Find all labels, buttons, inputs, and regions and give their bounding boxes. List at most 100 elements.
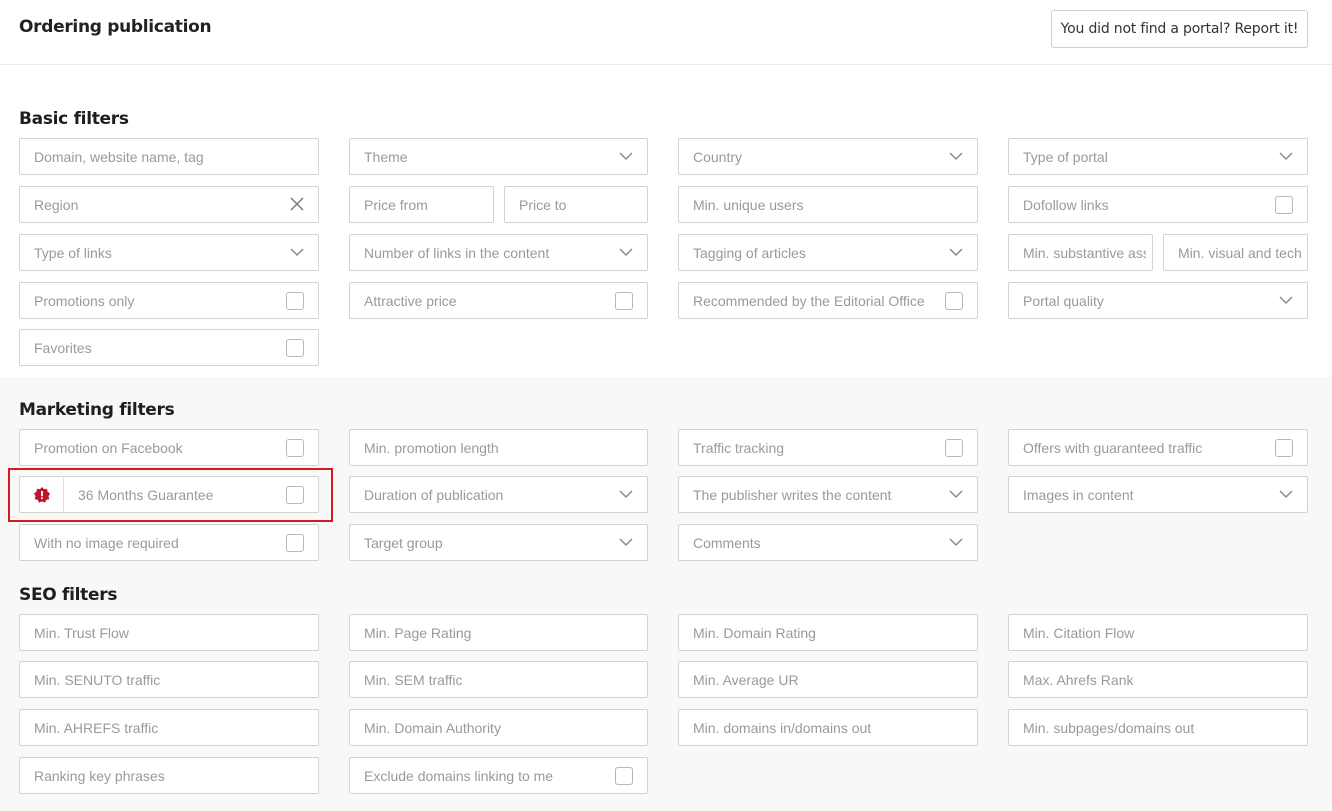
seo-filters-title: SEO filters [19, 585, 118, 605]
report-portal-button[interactable]: You did not find a portal? Report it! [1051, 10, 1308, 48]
comments-select[interactable]: Comments [678, 524, 978, 561]
promotions-only-toggle[interactable]: Promotions only [19, 282, 319, 319]
price-from-placeholder: Price from [364, 196, 428, 213]
close-icon[interactable] [289, 196, 305, 212]
months-guarantee-label: 36 Months Guarantee [78, 486, 214, 503]
page-title: Ordering publication [19, 17, 212, 37]
min-unique-users-input[interactable]: Min. unique users [678, 186, 978, 223]
traffic-tracking-checkbox[interactable] [945, 439, 963, 457]
ranking-key-phrases-input[interactable]: Ranking key phrases [19, 757, 319, 794]
months-guarantee-checkbox[interactable] [286, 486, 304, 504]
recommended-checkbox[interactable] [945, 292, 963, 310]
max-ahrefs-rank-input[interactable]: Max. Ahrefs Rank [1008, 661, 1308, 698]
min-subpages-out-placeholder: Min. subpages/domains out [1023, 719, 1195, 736]
marketing-filters-title: Marketing filters [19, 400, 175, 420]
attractive-price-label: Attractive price [364, 292, 457, 309]
duration-select[interactable]: Duration of publication [349, 476, 648, 513]
chevron-down-icon [1279, 296, 1293, 305]
promotions-only-checkbox[interactable] [286, 292, 304, 310]
min-subpages-out-input[interactable]: Min. subpages/domains out [1008, 709, 1308, 746]
theme-label: Theme [364, 148, 408, 165]
traffic-tracking-toggle[interactable]: Traffic tracking [678, 429, 978, 466]
min-page-rating-input[interactable]: Min. Page Rating [349, 614, 648, 651]
type-of-links-label: Type of links [34, 244, 112, 261]
no-image-required-toggle[interactable]: With no image required [19, 524, 319, 561]
type-of-portal-select[interactable]: Type of portal [1008, 138, 1308, 175]
portal-quality-label: Portal quality [1023, 292, 1104, 309]
exclude-domains-checkbox[interactable] [615, 767, 633, 785]
price-to-input[interactable]: Price to [504, 186, 648, 223]
max-ahrefs-rank-placeholder: Max. Ahrefs Rank [1023, 671, 1134, 688]
chevron-down-icon [290, 248, 304, 257]
chevron-down-icon [1279, 152, 1293, 161]
min-substantive-placeholder: Min. substantive assessment [1023, 244, 1146, 261]
comments-label: Comments [693, 534, 761, 551]
min-visual-placeholder: Min. visual and technical assessment [1178, 244, 1301, 261]
recommended-toggle[interactable]: Recommended by the Editorial Office [678, 282, 978, 319]
images-in-content-select[interactable]: Images in content [1008, 476, 1308, 513]
min-ahrefs-traffic-input[interactable]: Min. AHREFS traffic [19, 709, 319, 746]
promotions-only-label: Promotions only [34, 292, 135, 309]
promotion-facebook-checkbox[interactable] [286, 439, 304, 457]
publisher-writes-label: The publisher writes the content [693, 486, 892, 503]
min-senuto-traffic-placeholder: Min. SENUTO traffic [34, 671, 161, 688]
publisher-writes-select[interactable]: The publisher writes the content [678, 476, 978, 513]
months-guarantee-toggle[interactable]: 36 Months Guarantee [19, 476, 319, 513]
min-substantive-input[interactable]: Min. substantive assessment [1008, 234, 1153, 271]
price-from-input[interactable]: Price from [349, 186, 494, 223]
min-trust-flow-input[interactable]: Min. Trust Flow [19, 614, 319, 651]
dofollow-links-toggle[interactable]: Dofollow links [1008, 186, 1308, 223]
region-input[interactable]: Region [19, 186, 319, 223]
min-ahrefs-traffic-placeholder: Min. AHREFS traffic [34, 719, 159, 736]
min-domains-in-out-input[interactable]: Min. domains in/domains out [678, 709, 978, 746]
dofollow-links-checkbox[interactable] [1275, 196, 1293, 214]
duration-label: Duration of publication [364, 486, 504, 503]
min-average-ur-input[interactable]: Min. Average UR [678, 661, 978, 698]
min-citation-flow-input[interactable]: Min. Citation Flow [1008, 614, 1308, 651]
portal-quality-select[interactable]: Portal quality [1008, 282, 1308, 319]
theme-select[interactable]: Theme [349, 138, 648, 175]
min-domain-rating-input[interactable]: Min. Domain Rating [678, 614, 978, 651]
min-unique-users-placeholder: Min. unique users [693, 196, 804, 213]
no-image-required-checkbox[interactable] [286, 534, 304, 552]
basic-filters-title: Basic filters [19, 109, 129, 129]
min-visual-input[interactable]: Min. visual and technical assessment [1163, 234, 1308, 271]
chevron-down-icon [619, 248, 633, 257]
guaranteed-traffic-toggle[interactable]: Offers with guaranteed traffic [1008, 429, 1308, 466]
target-group-label: Target group [364, 534, 443, 551]
tagging-of-articles-select[interactable]: Tagging of articles [678, 234, 978, 271]
min-average-ur-placeholder: Min. Average UR [693, 671, 799, 688]
chevron-down-icon [619, 490, 633, 499]
favorites-checkbox[interactable] [286, 339, 304, 357]
min-promotion-length-input[interactable]: Min. promotion length [349, 429, 648, 466]
promotion-facebook-toggle[interactable]: Promotion on Facebook [19, 429, 319, 466]
no-image-required-label: With no image required [34, 534, 179, 551]
attractive-price-toggle[interactable]: Attractive price [349, 282, 648, 319]
chevron-down-icon [1279, 490, 1293, 499]
recommended-label: Recommended by the Editorial Office [693, 292, 925, 309]
badge-cell [20, 477, 64, 512]
min-page-rating-placeholder: Min. Page Rating [364, 624, 472, 641]
type-of-portal-label: Type of portal [1023, 148, 1108, 165]
attractive-price-checkbox[interactable] [615, 292, 633, 310]
exclude-domains-toggle[interactable]: Exclude domains linking to me [349, 757, 648, 794]
country-select[interactable]: Country [678, 138, 978, 175]
min-domains-in-out-placeholder: Min. domains in/domains out [693, 719, 872, 736]
favorites-label: Favorites [34, 339, 92, 356]
type-of-links-select[interactable]: Type of links [19, 234, 319, 271]
exclude-domains-label: Exclude domains linking to me [364, 767, 554, 784]
price-to-placeholder: Price to [519, 196, 567, 213]
tagging-of-articles-label: Tagging of articles [693, 244, 806, 261]
min-sem-traffic-placeholder: Min. SEM traffic [364, 671, 463, 688]
favorites-toggle[interactable]: Favorites [19, 329, 319, 366]
min-domain-authority-input[interactable]: Min. Domain Authority [349, 709, 648, 746]
min-sem-traffic-input[interactable]: Min. SEM traffic [349, 661, 648, 698]
images-in-content-label: Images in content [1023, 486, 1134, 503]
domain-search-input[interactable]: Domain, website name, tag [19, 138, 319, 175]
target-group-select[interactable]: Target group [349, 524, 648, 561]
guaranteed-traffic-checkbox[interactable] [1275, 439, 1293, 457]
number-of-links-select[interactable]: Number of links in the content [349, 234, 648, 271]
chevron-down-icon [619, 152, 633, 161]
min-senuto-traffic-input[interactable]: Min. SENUTO traffic [19, 661, 319, 698]
country-label: Country [693, 148, 743, 165]
